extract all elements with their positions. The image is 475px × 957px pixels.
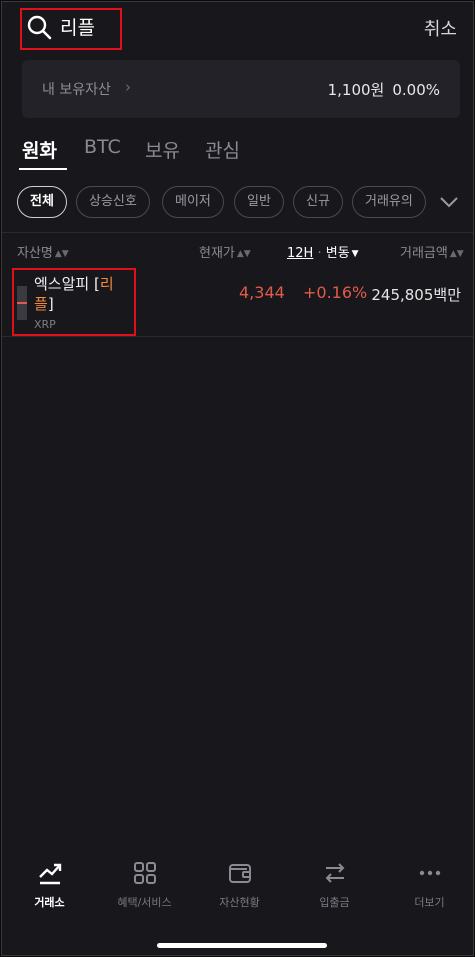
column-headers: 자산명 ▲▼ 현재가 ▲▼ 12H · 변동 ▼ 거래금액 ▲▼	[2, 234, 473, 266]
grid-icon	[133, 862, 156, 884]
search-bar: 취소	[2, 2, 473, 54]
period-toggle[interactable]: 12H	[287, 246, 313, 261]
sort-desc-icon: ▼	[351, 249, 359, 259]
chip-general[interactable]: 일반	[234, 186, 284, 218]
nav-assets[interactable]: 자산현황	[192, 860, 287, 910]
sort-icon: ▲▼	[449, 249, 464, 259]
wallet-icon	[228, 864, 251, 883]
column-asset-label: 자산명	[17, 246, 53, 261]
active-tab-indicator	[19, 168, 67, 170]
nav-more[interactable]: 더보기	[382, 860, 473, 910]
column-change[interactable]: 12H · 변동 ▼	[287, 242, 359, 261]
chip-new[interactable]: 신규	[293, 186, 343, 218]
tab-krw[interactable]: 원화	[22, 136, 57, 163]
tab-holding[interactable]: 보유	[145, 136, 180, 163]
column-change-label: 변동	[325, 246, 350, 261]
chevron-right-icon: ›	[125, 78, 131, 96]
search-input[interactable]	[60, 12, 120, 40]
home-indicator	[157, 943, 327, 948]
market-tabs: 원화 BTC 보유 관심	[2, 134, 473, 174]
bottom-navigation: 거래소 혜택/서비스 자산현황 입출금 더보기	[2, 860, 473, 920]
annotation-highlight-asset	[12, 268, 136, 336]
chevron-down-icon[interactable]	[438, 192, 460, 212]
table-row[interactable]: 엑스알피 [리 플] XRP 4,344 +0.16% 245,805백만	[2, 266, 473, 336]
chip-rising-signal[interactable]: 상승신호	[76, 186, 150, 218]
asset-price: 4,344	[239, 283, 285, 302]
tab-btc[interactable]: BTC	[84, 136, 121, 158]
column-separator: ·	[317, 246, 322, 261]
tab-favorite[interactable]: 관심	[205, 136, 240, 163]
nav-label: 거래소	[34, 896, 65, 909]
nav-label: 입출금	[319, 896, 350, 909]
sort-icon: ▲▼	[54, 249, 69, 259]
trend-chart-icon	[38, 863, 61, 885]
column-volume-label: 거래금액	[400, 246, 448, 261]
column-asset-name[interactable]: 자산명 ▲▼	[17, 242, 69, 261]
column-volume[interactable]: 거래금액 ▲▼	[400, 242, 464, 261]
more-dots-icon	[419, 870, 440, 876]
nav-benefits[interactable]: 혜택/서비스	[97, 860, 192, 910]
holdings-amount: 1,100원	[327, 81, 385, 99]
cancel-button[interactable]: 취소	[424, 15, 457, 41]
chip-major[interactable]: 메이저	[162, 186, 224, 218]
holdings-rate: 0.00%	[392, 81, 440, 99]
chip-caution[interactable]: 거래유의	[352, 186, 426, 218]
app-screen: 취소 내 보유자산 › 1,100원 0.00% 원화 BTC 보유 관심 전체 …	[1, 1, 474, 956]
divider	[2, 336, 473, 337]
column-price-label: 현재가	[199, 246, 235, 261]
search-icon[interactable]	[26, 14, 52, 40]
filter-chips: 전체 상승신호 메이저 일반 신규 거래유의	[2, 186, 473, 220]
nav-deposit-withdraw[interactable]: 입출금	[287, 860, 382, 910]
holdings-summary[interactable]: 내 보유자산 › 1,100원 0.00%	[22, 60, 460, 118]
sort-icon: ▲▼	[236, 249, 251, 259]
asset-volume: 245,805백만	[371, 286, 461, 304]
transfer-arrows-icon	[325, 863, 344, 883]
holdings-label: 내 보유자산	[42, 82, 111, 98]
nav-exchange[interactable]: 거래소	[2, 860, 97, 910]
chip-all[interactable]: 전체	[17, 186, 67, 218]
nav-label: 혜택/서비스	[117, 896, 172, 909]
nav-label: 더보기	[414, 896, 445, 909]
asset-change: +0.16%	[303, 283, 368, 302]
column-price[interactable]: 현재가 ▲▼	[199, 242, 251, 261]
nav-label: 자산현황	[219, 896, 260, 909]
divider	[2, 232, 473, 233]
holdings-value: 1,100원 0.00%	[328, 79, 440, 100]
